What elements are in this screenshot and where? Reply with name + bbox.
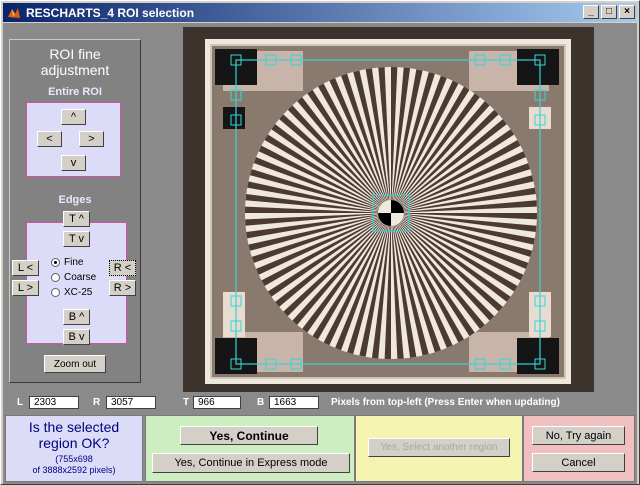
corner-black-tr: [517, 49, 559, 85]
yes-continue-express-button[interactable]: Yes, Continue in Express mode: [152, 453, 350, 473]
title-bar[interactable]: RESCHARTS_4 ROI selection _ □ ×: [3, 3, 637, 22]
right-edge-left-button[interactable]: R <: [109, 260, 136, 276]
close-button[interactable]: ×: [619, 5, 635, 19]
left-edge-right-button[interactable]: L >: [12, 280, 39, 296]
maximize-button[interactable]: □: [601, 5, 617, 19]
panel-title-line2: adjustment: [40, 62, 110, 78]
r-field[interactable]: 3057: [106, 396, 156, 409]
radio-coarse-dot[interactable]: [51, 273, 60, 282]
radio-coarse[interactable]: Coarse: [51, 272, 96, 283]
no-try-again-button[interactable]: No, Try again: [532, 426, 625, 445]
radio-fine-dot[interactable]: [51, 258, 60, 267]
b-field[interactable]: 1663: [269, 396, 319, 409]
question-text: Is the selected region OK?: [6, 419, 142, 451]
move-up-button[interactable]: ^: [61, 109, 86, 125]
move-left-button[interactable]: <: [37, 131, 62, 147]
t-label: T: [183, 397, 190, 408]
panel-title-line1: ROI fine: [49, 46, 101, 62]
radio-fine-label: Fine: [64, 257, 84, 268]
radio-xc25-dot[interactable]: [51, 288, 60, 297]
edges-label: Edges: [58, 194, 92, 206]
radio-coarse-label: Coarse: [64, 272, 97, 283]
radio-xc25[interactable]: XC-25: [51, 287, 92, 298]
question-line2: region OK?: [38, 435, 110, 451]
top-up-button[interactable]: T ^: [63, 211, 90, 227]
roi-selection-window: RESCHARTS_4 ROI selection _ □ × ROI fine…: [0, 0, 640, 485]
region-size-text: (755x698 of 3888x2592 pixels): [6, 454, 142, 476]
l-label: L: [17, 397, 24, 408]
side-light-left-bottom: [223, 292, 245, 337]
chart-image-view[interactable]: [183, 27, 594, 392]
entire-roi-box: ^ < > v: [26, 102, 121, 177]
question-panel: Is the selected region OK? (755x698 of 3…: [5, 415, 143, 482]
radio-xc25-label: XC-25: [64, 287, 93, 298]
yes-continue-button[interactable]: Yes, Continue: [180, 426, 318, 445]
region-size-line1: (755x698: [55, 454, 93, 464]
panel-title: ROI fine adjustment: [10, 46, 140, 78]
move-right-button[interactable]: >: [79, 131, 104, 147]
side-black-left: [223, 107, 245, 129]
window-title: RESCHARTS_4 ROI selection: [26, 5, 195, 20]
roi-fine-adjustment-panel: ROI fine adjustment Entire ROI ^ < > v E…: [9, 39, 141, 383]
matlab-icon: [8, 7, 20, 18]
figure-content: ROI fine adjustment Entire ROI ^ < > v E…: [3, 23, 637, 484]
bottom-up-button[interactable]: B ^: [63, 309, 90, 325]
region-size-line2: of 3888x2592 pixels): [32, 465, 116, 475]
t-field[interactable]: 966: [193, 396, 241, 409]
question-line1: Is the selected: [28, 419, 120, 435]
select-another-panel: Yes, Select another region: [355, 415, 523, 482]
left-edge-left-button[interactable]: L <: [12, 260, 39, 276]
r-label: R: [93, 397, 101, 408]
top-down-button[interactable]: T v: [63, 231, 90, 247]
l-field[interactable]: 2303: [29, 396, 79, 409]
cancel-button[interactable]: Cancel: [532, 453, 625, 472]
retry-panel: No, Try again Cancel: [523, 415, 635, 482]
right-edge-right-button[interactable]: R >: [109, 280, 136, 296]
bottom-down-button[interactable]: B v: [63, 329, 90, 345]
siemens-star-chart-image[interactable]: [183, 27, 594, 392]
center-target: [378, 200, 404, 226]
minimize-button[interactable]: _: [583, 5, 599, 19]
zoom-out-button[interactable]: Zoom out: [44, 355, 106, 373]
radio-fine[interactable]: Fine: [51, 257, 83, 268]
yes-select-another-region-button[interactable]: Yes, Select another region: [368, 438, 510, 457]
continue-panel: Yes, Continue Yes, Continue in Express m…: [145, 415, 355, 482]
move-down-button[interactable]: v: [61, 155, 86, 171]
b-label: B: [257, 397, 265, 408]
entire-roi-label: Entire ROI: [48, 86, 102, 98]
coords-hint: Pixels from top-left (Press Enter when u…: [331, 397, 560, 408]
